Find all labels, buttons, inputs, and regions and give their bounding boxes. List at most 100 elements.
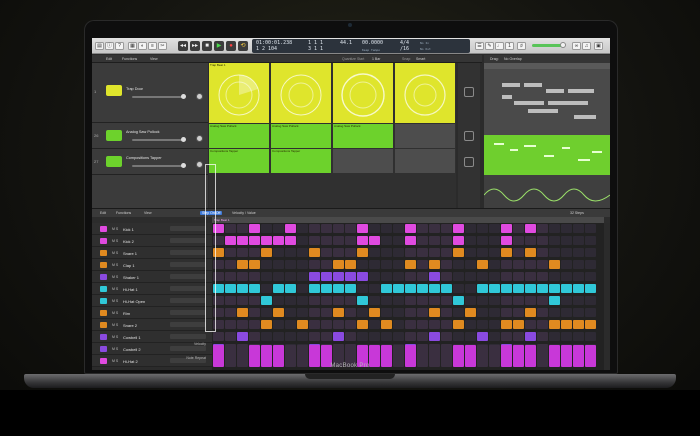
step-off[interactable] <box>345 332 356 341</box>
velocity-bar[interactable] <box>417 345 428 367</box>
velocity-bar[interactable] <box>285 345 296 367</box>
step-off[interactable] <box>561 296 572 305</box>
step-off[interactable] <box>405 320 416 329</box>
step-on[interactable] <box>261 236 272 245</box>
step-off[interactable] <box>489 248 500 257</box>
step-off[interactable] <box>333 296 344 305</box>
velocity-bar[interactable] <box>237 345 248 367</box>
loop-cell[interactable]: Analog Saw Pollock <box>271 124 331 148</box>
step-off[interactable] <box>477 248 488 257</box>
step-off[interactable] <box>321 248 332 257</box>
step-on[interactable] <box>501 224 512 233</box>
step-on[interactable] <box>525 308 536 317</box>
step-off[interactable] <box>309 332 320 341</box>
track-row[interactable]: 27 Compositions Tapper <box>92 149 208 175</box>
drum-row-header[interactable]: M S Hi-Hat Open <box>92 295 212 307</box>
step-off[interactable] <box>501 332 512 341</box>
velocity-bar[interactable] <box>477 345 488 367</box>
loop-cell[interactable] <box>333 63 393 123</box>
step-off[interactable] <box>273 332 284 341</box>
step-off[interactable] <box>561 332 572 341</box>
step-on[interactable] <box>309 284 320 293</box>
step-on[interactable] <box>525 284 536 293</box>
step-on[interactable] <box>333 332 344 341</box>
step-on[interactable] <box>345 260 356 269</box>
step-on[interactable] <box>309 248 320 257</box>
step-on[interactable] <box>525 248 536 257</box>
step-on[interactable] <box>501 248 512 257</box>
track-row[interactable]: 26 Analog Saw Pollock <box>92 123 208 149</box>
step-off[interactable] <box>333 320 344 329</box>
velocity-bar[interactable] <box>585 345 596 367</box>
step-off[interactable] <box>417 248 428 257</box>
step-off[interactable] <box>537 320 548 329</box>
velocity-bar[interactable] <box>441 345 452 367</box>
step-off[interactable] <box>285 248 296 257</box>
step-on[interactable] <box>405 224 416 233</box>
step-on[interactable] <box>381 320 392 329</box>
step-off[interactable] <box>429 224 440 233</box>
step-on[interactable] <box>489 284 500 293</box>
step-off[interactable] <box>525 272 536 281</box>
step-off[interactable] <box>441 224 452 233</box>
step-off[interactable] <box>525 320 536 329</box>
step-off[interactable] <box>513 332 524 341</box>
step-off[interactable] <box>405 248 416 257</box>
row-controls[interactable] <box>170 274 206 279</box>
row-controls[interactable] <box>170 322 206 327</box>
step-off[interactable] <box>321 320 332 329</box>
step-off[interactable] <box>333 224 344 233</box>
step-off[interactable] <box>369 260 380 269</box>
step-off[interactable] <box>573 296 584 305</box>
step-on[interactable] <box>513 320 524 329</box>
step-off[interactable] <box>345 236 356 245</box>
step-off[interactable] <box>585 260 596 269</box>
step-on[interactable] <box>537 284 548 293</box>
step-off[interactable] <box>489 224 500 233</box>
step-off[interactable] <box>573 332 584 341</box>
step-off[interactable] <box>465 248 476 257</box>
step-off[interactable] <box>441 248 452 257</box>
mute-solo-buttons[interactable]: M S <box>112 311 118 315</box>
step-off[interactable] <box>381 296 392 305</box>
step-off[interactable] <box>285 260 296 269</box>
step-off[interactable] <box>261 224 272 233</box>
step-on[interactable] <box>345 284 356 293</box>
step-on[interactable] <box>429 272 440 281</box>
step-on[interactable] <box>453 248 464 257</box>
step-on[interactable] <box>273 308 284 317</box>
step-on[interactable] <box>333 260 344 269</box>
row-controls[interactable] <box>170 250 206 255</box>
step-on[interactable] <box>261 320 272 329</box>
step-off[interactable] <box>453 284 464 293</box>
drum-row-header[interactable]: M S Clap 1 <box>92 259 212 271</box>
step-off[interactable] <box>285 272 296 281</box>
step-off[interactable] <box>549 224 560 233</box>
step-on[interactable] <box>429 260 440 269</box>
step-off[interactable] <box>237 296 248 305</box>
step-on[interactable] <box>405 284 416 293</box>
step-off[interactable] <box>273 272 284 281</box>
step-off[interactable] <box>345 248 356 257</box>
step-on[interactable] <box>321 272 332 281</box>
scene-trigger-icon[interactable] <box>464 157 474 167</box>
loop-cell[interactable]: Analog Saw Pollock <box>209 124 269 148</box>
step-off[interactable] <box>321 236 332 245</box>
empty-cell[interactable] <box>333 149 393 173</box>
velocity-bar[interactable] <box>225 345 236 367</box>
step-off[interactable] <box>357 332 368 341</box>
step-off[interactable] <box>369 332 380 341</box>
tuner-button[interactable]: ♯ <box>517 42 526 50</box>
rewind-button[interactable]: ◂◂ <box>178 41 188 51</box>
step-on[interactable] <box>249 236 260 245</box>
step-off[interactable] <box>321 260 332 269</box>
step-off[interactable] <box>357 260 368 269</box>
step-off[interactable] <box>453 260 464 269</box>
step-on[interactable] <box>453 236 464 245</box>
step-off[interactable] <box>369 272 380 281</box>
step-off[interactable] <box>585 332 596 341</box>
step-off[interactable] <box>501 260 512 269</box>
step-on[interactable] <box>453 296 464 305</box>
mixer-button[interactable]: ≡ <box>148 42 157 50</box>
metronome-button[interactable]: ♩ <box>495 42 504 50</box>
